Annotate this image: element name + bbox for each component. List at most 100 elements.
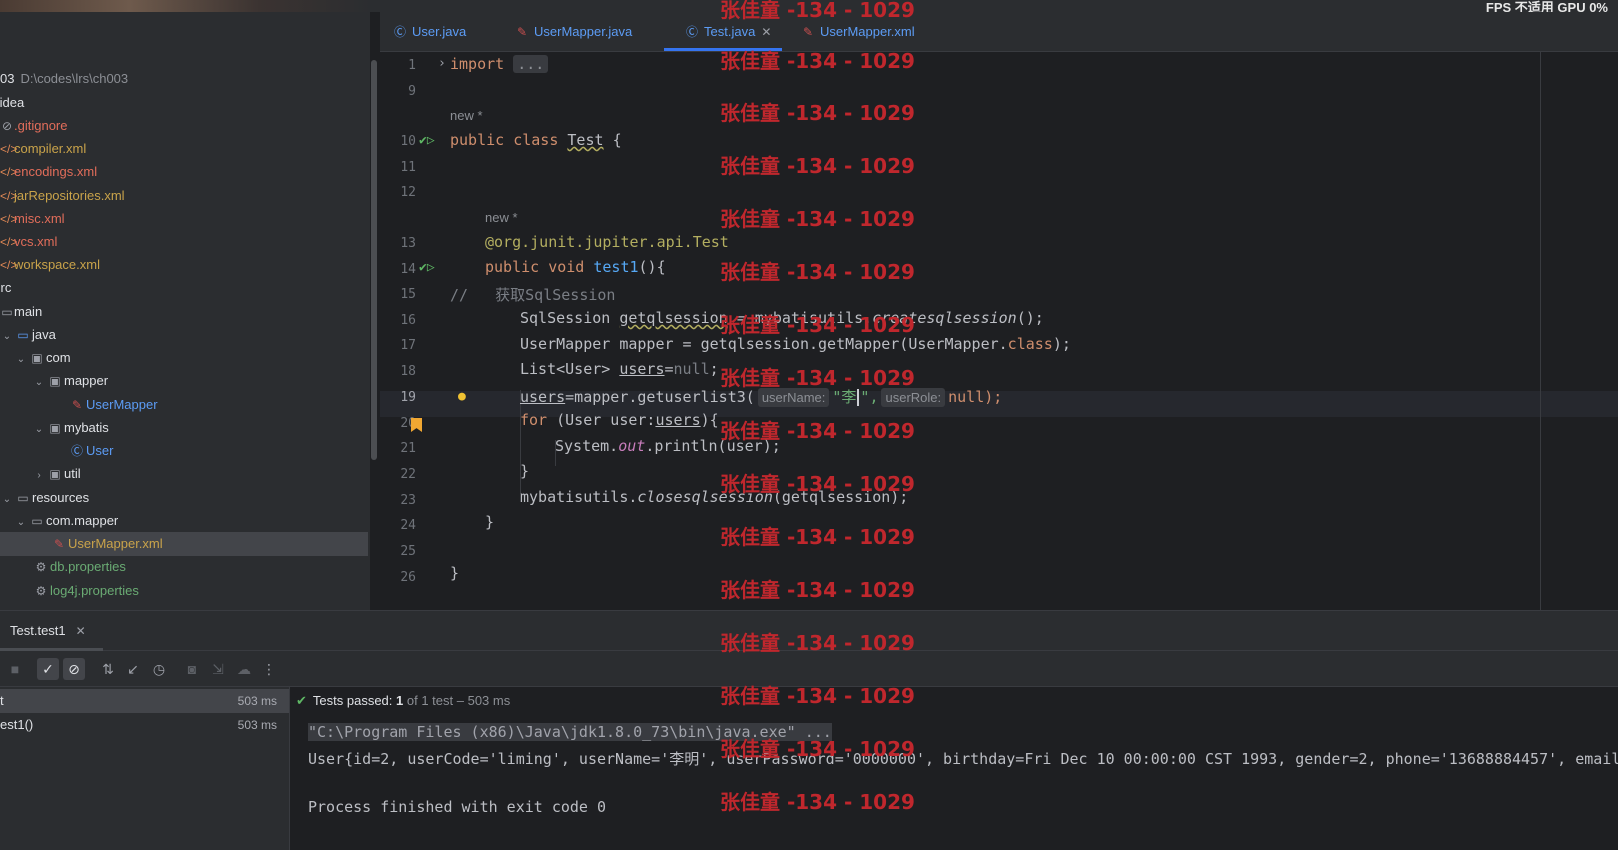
properties-icon: ⚙: [35, 584, 47, 598]
check-icon: ✔: [296, 693, 307, 708]
tree-item-label: workspace.xml: [14, 257, 100, 272]
tree-item-vcs-xml[interactable]: </>vcs.xml: [0, 230, 368, 254]
close-icon[interactable]: ✕: [76, 624, 86, 638]
watermark: 张佳童 -134 - 1029: [720, 49, 915, 73]
sort-icon[interactable]: ⇅: [97, 658, 119, 680]
console-output[interactable]: "C:\Program Files (x86)\Java\jdk1.8.0_73…: [296, 719, 1618, 850]
camera-icon[interactable]: ◙: [181, 658, 203, 680]
run-test-icon[interactable]: ✔▷: [419, 133, 435, 148]
history-icon[interactable]: ◷: [148, 658, 170, 680]
test-results-tree: t 503 ms est1() 503 ms: [0, 687, 290, 850]
tree-item-idea[interactable]: .idea: [0, 91, 368, 115]
properties-icon: ⚙: [35, 560, 47, 574]
tree-item-util[interactable]: › ▣ util: [0, 462, 368, 486]
package-icon: ▣: [31, 351, 43, 365]
tree-item-db-properties[interactable]: ⚙ db.properties: [0, 555, 368, 579]
tab-run-test1[interactable]: Test.test1 ✕: [0, 611, 86, 651]
code-line-10: public class Test {: [450, 131, 622, 149]
watermark: 张佳童 -134 - 1029: [720, 366, 915, 390]
folded-imports[interactable]: ...: [513, 55, 549, 73]
tree-item-main[interactable]: ▭main: [0, 300, 368, 324]
xml-icon: </>: [0, 258, 18, 272]
line-number: 24: [400, 518, 416, 533]
tree-item-misc-xml[interactable]: </>misc.xml: [0, 207, 368, 231]
tree-item-log4j-properties[interactable]: ⚙ log4j.properties: [0, 579, 368, 603]
tree-item-usermapper[interactable]: ✎ UserMapper: [0, 393, 368, 417]
folder-icon: ▭: [17, 328, 29, 342]
tree-item-jarrepositories-xml[interactable]: </>jarRepositories.xml: [0, 184, 368, 208]
tree-item-label: java: [32, 327, 56, 342]
watermark: 张佳童 -134 - 1029: [720, 260, 915, 284]
code-line-22: }: [520, 462, 530, 480]
xml-icon: </>: [0, 189, 18, 203]
line-number: 9: [408, 84, 416, 99]
tree-item-com[interactable]: ⌄ ▣ com: [0, 346, 368, 370]
line-number: 1: [408, 58, 416, 73]
tree-item-label: log4j.properties: [50, 583, 139, 598]
tree-item-encodings-xml[interactable]: </>encodings.xml: [0, 160, 368, 184]
class-icon: Ⓒ: [70, 444, 83, 458]
console-line-output: User{id=2, userCode='liming', userName='…: [308, 750, 1618, 768]
watermark: 张佳童 -134 - 1029: [720, 472, 915, 496]
export-icon[interactable]: ☁: [233, 658, 255, 680]
tab-label: User.java: [412, 24, 467, 39]
mybatis-icon: ✎: [71, 398, 83, 412]
tree-item-java[interactable]: ⌄ ▭ java: [0, 323, 368, 347]
line-number: 10: [400, 134, 416, 149]
code-line-14: public void test1(){: [485, 258, 666, 276]
collapse-icon[interactable]: ↙: [122, 658, 144, 680]
tree-item-label: compiler.xml: [14, 141, 87, 156]
tree-item-label: util: [64, 466, 81, 481]
console-line-exit: Process finished with exit code 0: [308, 798, 607, 816]
tree-item-resources[interactable]: ⌄ ▭ resources: [0, 486, 368, 510]
line-number: 21: [400, 441, 416, 456]
tree-item-label: com.mapper: [46, 513, 119, 528]
resources-folder-icon: ▭: [17, 491, 29, 505]
tree-item-label: vcs.xml: [14, 234, 58, 249]
tab-user-java[interactable]: Ⓒ User.java: [392, 12, 466, 52]
test-tree-row[interactable]: est1() 503 ms: [0, 713, 289, 737]
lightbulb-icon[interactable]: ●: [458, 389, 466, 404]
tree-item-mybatis[interactable]: ⌄ ▣ mybatis: [0, 416, 368, 440]
tree-item-label: .gitignore: [14, 118, 68, 133]
close-icon[interactable]: ✕: [761, 25, 771, 39]
watermark: 张佳童 -134 - 1029: [720, 419, 915, 443]
show-ignored-icon[interactable]: ⊘: [63, 658, 85, 680]
tree-item-label: User: [86, 443, 114, 458]
test-status: ✔ Tests passed: 1 of 1 test – 503 ms: [296, 693, 511, 708]
tree-item-compiler-xml[interactable]: </>compiler.xml: [0, 137, 368, 161]
tab-usermapper-java[interactable]: ✎ UserMapper.java: [514, 12, 632, 52]
test-duration: 503 ms: [237, 694, 277, 708]
import-icon[interactable]: ⇲: [207, 658, 229, 680]
more-icon[interactable]: ⋮: [258, 658, 280, 680]
chevron-down-icon[interactable]: ⌄: [32, 371, 46, 395]
bookmark-icon[interactable]: [411, 418, 422, 432]
run-test-icon[interactable]: ✔▷: [419, 260, 435, 275]
code-line-13: @org.junit.jupiter.api.Test: [485, 233, 729, 251]
show-passed-icon[interactable]: ✓: [37, 658, 59, 680]
ignore-icon: ⊘: [1, 119, 13, 133]
tree-item-mapper[interactable]: ⌄ ▣ mapper: [0, 369, 368, 393]
line-number: 15: [400, 287, 416, 302]
tree-item-user[interactable]: Ⓒ User: [0, 439, 368, 463]
author-hint: new *: [485, 210, 518, 225]
watermark: 张佳童 -134 - 1029: [720, 737, 915, 761]
fold-chevron-icon[interactable]: ›: [438, 56, 446, 71]
tree-root[interactable]: 03 D:\codes\lrs\ch003: [0, 67, 368, 91]
tree-item-workspace-xml[interactable]: </>workspace.xml: [0, 253, 368, 277]
project-scrollbar[interactable]: [371, 60, 377, 460]
tree-item-com-mapper[interactable]: ⌄ ▭ com.mapper: [0, 509, 368, 533]
tree-item-usermapper-xml[interactable]: ✎ UserMapper.xml: [0, 532, 368, 556]
test-name: t: [0, 693, 4, 708]
mybatis-icon: ✎: [516, 25, 528, 39]
test-tree-row[interactable]: t 503 ms: [0, 689, 289, 713]
code-editor[interactable]: 1 9 10 11 12 13 14 15 16 17 18 19 20 21 …: [380, 52, 1618, 610]
tree-root-label: 03: [0, 71, 15, 86]
stop-icon[interactable]: ■: [4, 658, 26, 680]
watermark: 张佳童 -134 - 1029: [720, 525, 915, 549]
window-top-gradient: [0, 0, 370, 12]
tree-item-src[interactable]: src: [0, 276, 368, 300]
tree-item-gitignore[interactable]: ⊘ .gitignore: [0, 114, 368, 138]
package-icon: ▣: [49, 467, 61, 481]
chevron-right-icon[interactable]: ›: [32, 464, 46, 488]
